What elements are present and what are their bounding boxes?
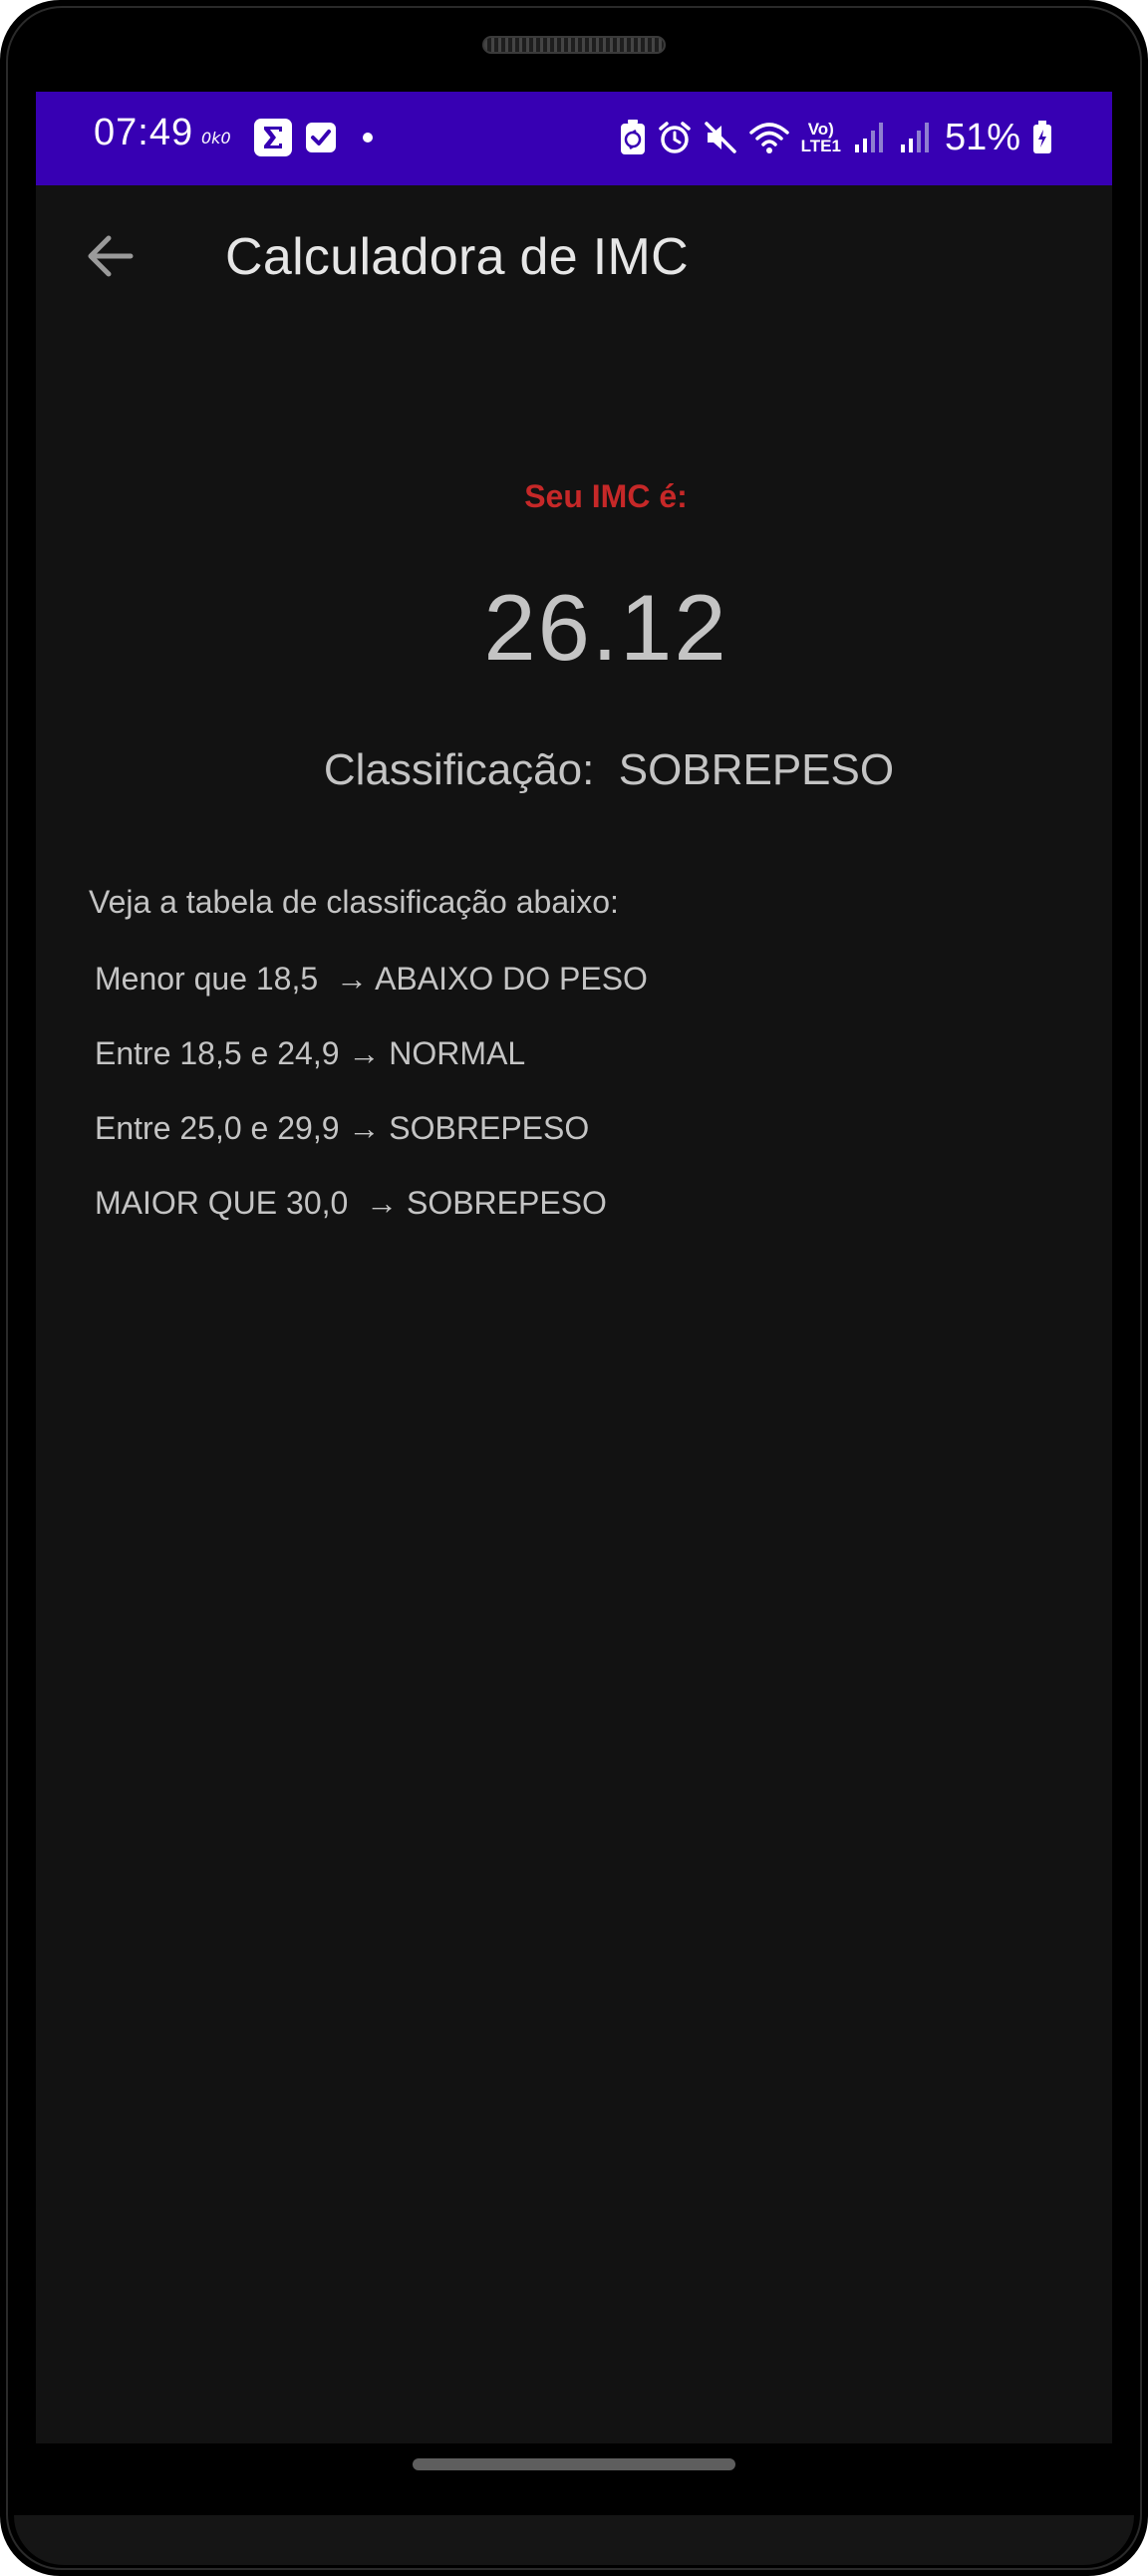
signal-icon [899,121,933,154]
table-row: Entre 18,5 e 24,9 → NORMAL [95,1035,526,1071]
classification-label: Classificação: [323,745,595,794]
battery-percent: 51% [944,116,1020,158]
status-right-icons: Vo) LTE1 51% [620,112,1052,163]
battery-icon [1032,121,1052,154]
imc-value: 26.12 [483,575,728,680]
svg-text:0k0: 0k0 [201,129,231,147]
table-row: Entre 25,0 e 29,9 → SOBREPESO [95,1110,590,1146]
alarm-icon [658,121,692,154]
status-time: 07:49 [94,112,194,153]
checkbox-app-icon [305,122,337,153]
volte-lte-icon: Vo) LTE1 [801,121,841,154]
classification-table: Menor que 18,5 → ABAIXO DO PESO Entre 18… [95,954,648,1253]
sigma-app-icon [253,118,293,157]
wifi-icon [748,121,789,154]
0k0-icon: 0k0 [201,126,241,149]
app-bar: Calculadora de IMC [36,185,1112,335]
signal-icon [853,121,887,154]
back-button[interactable] [78,223,144,289]
phone-device-frame: 07:49 0k0 Vo) LTE1 51% Calculadora de IM… [0,0,1148,2576]
network-label-bottom: LTE1 [800,137,841,155]
table-intro: Veja a tabela de classificação abaixo: [89,884,619,920]
classification-value: SOBREPESO [618,745,895,794]
gesture-navigation-bar[interactable] [413,2458,735,2470]
network-label-top: Vo) [807,120,834,139]
status-bar: 07:49 0k0 Vo) LTE1 51% [36,92,1112,185]
table-row: MAIOR QUE 30,0 → SOBREPESO [95,1185,607,1221]
earpiece-speaker [482,36,666,54]
notification-dot-icon [363,133,373,143]
classification-spacer [594,745,618,794]
arrow-back-icon [87,234,135,278]
phone-screen: 07:49 0k0 Vo) LTE1 51% Calculadora de IM… [36,92,1112,2443]
status-left-icons: 0k0 [201,114,373,161]
imc-label: Seu IMC é: [524,478,688,514]
app-title: Calculadora de IMC [225,228,689,286]
table-row: Menor que 18,5 → ABAIXO DO PESO [95,961,648,997]
device-bottom-bezel [14,2515,1134,2565]
classification-row: Classificação: SOBREPESO [36,745,1112,795]
battery-saver-icon [620,120,646,155]
mute-icon [704,121,737,154]
